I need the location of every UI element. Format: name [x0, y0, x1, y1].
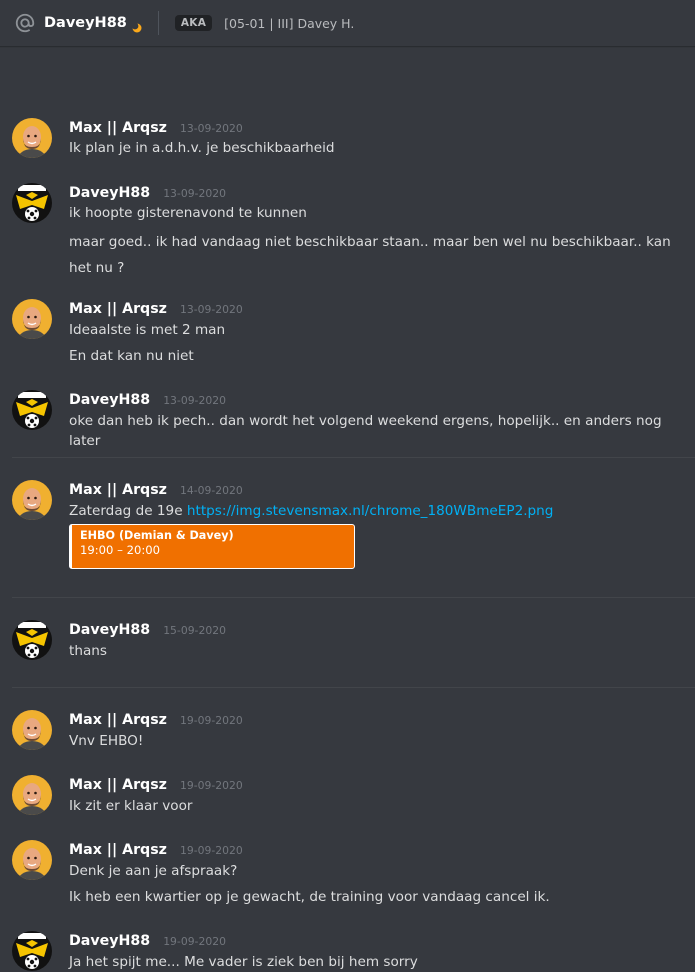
message-text: Ik plan je in a.d.h.v. je beschikbaarhei…	[69, 140, 335, 156]
event-image-card[interactable]: EHBO (Demian & Davey) 19:00 – 20:00	[69, 524, 355, 569]
message-timestamp: 19-09-2020	[180, 714, 243, 727]
message-author[interactable]: Max || Arqsz	[69, 777, 167, 793]
vitesse-avatar-icon[interactable]	[12, 390, 52, 430]
message-author[interactable]: Max || Arqsz	[69, 482, 167, 498]
message-timestamp: 19-09-2020	[180, 779, 243, 792]
message-text: Ik zit er klaar voor	[69, 798, 193, 814]
dm-header: DaveyH88 AKA [05-01 | III] Davey H.	[0, 0, 695, 46]
aka-badge[interactable]: AKA	[174, 15, 213, 31]
message-timestamp: 13-09-2020	[163, 187, 226, 200]
message-author[interactable]: DaveyH88	[69, 392, 150, 408]
message-author[interactable]: Max || Arqsz	[69, 120, 167, 136]
message-text: Vnv EHBO!	[69, 733, 144, 749]
event-title: EHBO (Demian & Davey)	[80, 529, 234, 542]
dm-title[interactable]: DaveyH88	[44, 15, 127, 31]
message-timestamp: 19-09-2020	[180, 844, 243, 857]
message-text: maar goed.. ik had vandaag niet beschikb…	[69, 234, 671, 276]
message-divider	[12, 457, 695, 458]
message-text: Zaterdag de 19e	[69, 503, 187, 519]
max-avatar-icon[interactable]	[12, 840, 52, 880]
nickname-text: [05-01 | III] Davey H.	[224, 15, 355, 31]
message-link[interactable]: https://img.stevensmax.nl/chrome_180WBme…	[187, 503, 554, 519]
message-text: Ideaalste is met 2 man	[69, 322, 226, 338]
message-author[interactable]: Max || Arqsz	[69, 842, 167, 858]
vitesse-avatar-icon[interactable]	[12, 620, 52, 660]
idle-moon-icon	[131, 18, 142, 33]
event-time: 19:00 – 20:00	[80, 543, 160, 557]
max-avatar-icon[interactable]	[12, 480, 52, 520]
message-author[interactable]: DaveyH88	[69, 933, 150, 949]
max-avatar-icon[interactable]	[12, 118, 52, 158]
max-avatar-icon[interactable]	[12, 775, 52, 815]
message-timestamp: 13-09-2020	[180, 303, 243, 316]
vitesse-avatar-icon[interactable]	[12, 183, 52, 223]
at-icon	[14, 12, 36, 34]
message-text: Denk je aan je afspraak?	[69, 863, 238, 879]
message-timestamp: 15-09-2020	[163, 624, 226, 637]
message-text: Ik heb een kwartier op je gewacht, de tr…	[69, 889, 550, 905]
message-timestamp: 19-09-2020	[163, 935, 226, 948]
vitesse-avatar-icon[interactable]	[12, 931, 52, 971]
message-text: ik hoopte gisterenavond te kunnen	[69, 205, 307, 221]
message-text: oke dan heb ik pech.. dan wordt het volg…	[69, 413, 662, 449]
message-author[interactable]: DaveyH88	[69, 185, 150, 201]
message-text: En dat kan nu niet	[69, 348, 194, 364]
message-divider	[12, 687, 695, 688]
message-divider	[12, 597, 695, 598]
max-avatar-icon[interactable]	[12, 710, 52, 750]
message-text: Ja het spijt me... Me vader is ziek ben …	[69, 954, 418, 970]
message-author[interactable]: Max || Arqsz	[69, 712, 167, 728]
message-timestamp: 13-09-2020	[163, 394, 226, 407]
message-timestamp: 14-09-2020	[180, 484, 243, 497]
header-separator	[157, 11, 159, 35]
max-avatar-icon[interactable]	[12, 299, 52, 339]
message-timestamp: 13-09-2020	[180, 122, 243, 135]
message-author[interactable]: Max || Arqsz	[69, 301, 167, 317]
message-author[interactable]: DaveyH88	[69, 622, 150, 638]
message-text: thans	[69, 643, 107, 659]
